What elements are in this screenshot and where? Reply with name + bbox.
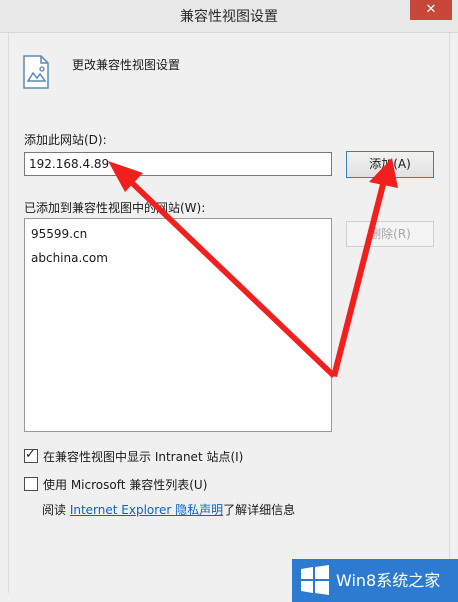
- privacy-link[interactable]: Internet Explorer 隐私声明: [70, 503, 223, 517]
- windows-logo-icon: [301, 565, 329, 595]
- use-ms-list-label: 使用 Microsoft 兼容性列表(U): [43, 478, 208, 492]
- show-intranet-label: 在兼容性视图中显示 Intranet 站点(I): [43, 450, 244, 464]
- list-item[interactable]: 95599.cn: [31, 222, 325, 246]
- privacy-row: 阅读 Internet Explorer 隐私声明了解详细信息: [42, 501, 295, 518]
- remove-button: 删除(R): [346, 221, 434, 247]
- privacy-prefix: 阅读: [42, 503, 70, 517]
- header-text: 更改兼容性视图设置: [72, 58, 181, 72]
- show-intranet-checkbox[interactable]: ✓: [24, 447, 38, 463]
- add-site-label: 添加此网站(D):: [24, 133, 107, 147]
- checkmark-icon: ✓: [25, 447, 36, 462]
- title-bar: 兼容性视图设置 ✕: [0, 0, 458, 33]
- document-image-icon: [23, 55, 49, 89]
- sites-list[interactable]: 95599.cn abchina.com: [24, 218, 332, 432]
- privacy-suffix: 了解详细信息: [223, 503, 296, 517]
- added-sites-label: 已添加到兼容性视图中的网站(W):: [24, 201, 206, 215]
- watermark-badge: Win8系统之家: [292, 559, 458, 602]
- add-button[interactable]: 添加(A): [346, 151, 434, 178]
- watermark-text: Win8系统之家: [336, 571, 441, 590]
- close-button[interactable]: ✕: [410, 0, 452, 20]
- site-input[interactable]: 192.168.4.89: [24, 152, 332, 176]
- list-item[interactable]: abchina.com: [31, 246, 325, 270]
- window-title: 兼容性视图设置: [180, 9, 278, 25]
- use-ms-list-checkbox[interactable]: [24, 477, 38, 491]
